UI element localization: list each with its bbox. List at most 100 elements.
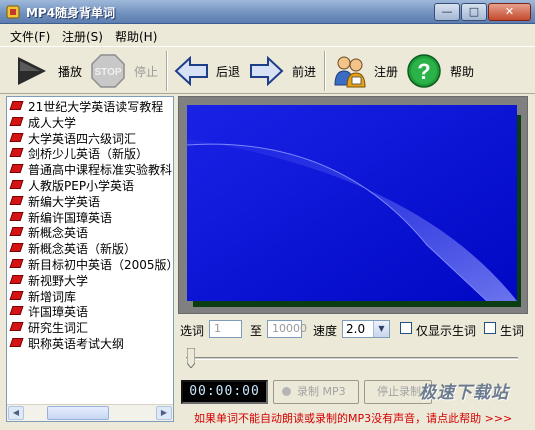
book-list-item[interactable]: 研究生词汇 — [9, 320, 89, 336]
book-icon — [9, 195, 24, 205]
only-show-new-label: 仅显示生词 — [416, 324, 477, 338]
book-icon — [9, 338, 24, 347]
help-link[interactable]: 如果单词不能自动朗读或录制的MP3没有声音，请点此帮助 >>> — [194, 410, 512, 426]
scroll-thumb[interactable] — [47, 406, 109, 420]
book-title: 职称英语考试大纲 — [28, 337, 125, 351]
book-list-item[interactable]: 新目标初中英语（2005版） — [9, 257, 174, 273]
toolbar-separator — [166, 51, 168, 91]
book-title: 新概念英语 — [28, 226, 89, 241]
book-title: 新目标初中英语（2005版） — [28, 258, 174, 272]
only-show-new-checkbox[interactable] — [400, 322, 412, 334]
close-button[interactable]: ✕ — [488, 3, 531, 21]
register-label: 注册 — [374, 65, 399, 79]
register-users-icon — [334, 56, 366, 88]
speed-select[interactable]: 2.0 ▼ — [342, 320, 390, 338]
word-display-panel — [178, 96, 528, 314]
new-words-checkbox[interactable] — [484, 322, 496, 334]
book-icon — [9, 164, 24, 174]
from-word-field[interactable]: 1 — [209, 320, 242, 338]
record-mp3-label: 录制 MP3 — [297, 385, 346, 398]
book-title: 新编许国璋英语 — [28, 210, 113, 225]
book-icon — [9, 306, 24, 316]
stop-sign-text: STOP — [94, 67, 121, 78]
book-list-item[interactable]: 新视野大学 — [9, 273, 89, 289]
back-label: 后退 — [216, 65, 241, 79]
scroll-left-arrow-icon[interactable]: ◀ — [8, 406, 24, 420]
book-icon — [9, 211, 24, 221]
toolbar: 播放 STOP 停止 后退 前进 注册 ? 帮助 — [0, 46, 535, 94]
stop-button[interactable]: STOP 停止 — [90, 53, 160, 89]
scroll-right-arrow-icon[interactable]: ▶ — [156, 406, 172, 420]
time-display: 00:00:00 — [181, 380, 268, 404]
progress-slider-thumb[interactable] — [187, 348, 195, 368]
register-button[interactable]: 注册 — [332, 53, 404, 89]
book-title: 研究生词汇 — [28, 321, 89, 336]
back-arrow-icon — [174, 55, 208, 87]
book-list-item[interactable]: 许国璋英语 — [9, 304, 89, 320]
book-icon — [9, 322, 24, 332]
book-title: 新视野大学 — [28, 273, 89, 288]
stop-label: 停止 — [134, 65, 159, 79]
window-title: MP4随身背单词 — [26, 6, 116, 20]
book-icon — [9, 180, 24, 189]
to-label: 至 — [250, 324, 263, 338]
book-icon — [9, 259, 24, 268]
back-button[interactable]: 后退 — [174, 53, 246, 89]
book-list-item[interactable]: 新概念英语 — [9, 225, 89, 241]
book-icon — [9, 148, 24, 158]
book-icon — [9, 132, 24, 142]
book-list-item[interactable]: 人教版PEP小学英语 — [9, 178, 135, 194]
app-icon — [6, 5, 20, 19]
play-button[interactable]: 播放 — [14, 53, 86, 89]
record-mp3-button[interactable]: 录制 MP3 — [273, 380, 359, 404]
book-list-item[interactable]: 21世纪大学英语读写教程 — [9, 99, 163, 115]
chevron-down-icon[interactable]: ▼ — [373, 321, 389, 337]
book-title: 成人大学 — [28, 115, 77, 130]
horizontal-scrollbar[interactable]: ◀ ▶ — [7, 404, 173, 421]
book-title: 新增词库 — [28, 289, 77, 304]
menu-help[interactable]: 帮助(H) — [115, 28, 157, 45]
book-list-item[interactable]: 剑桥少儿英语（新版） — [9, 146, 149, 162]
speed-value: 2.0 — [346, 322, 366, 336]
svg-text:?: ? — [417, 59, 430, 84]
book-list-item[interactable]: 新增词库 — [9, 289, 77, 305]
word-screen — [187, 105, 517, 301]
maximize-button[interactable]: □ — [461, 3, 487, 21]
speed-label: 速度 — [313, 324, 338, 338]
book-list-item[interactable]: 普通高中课程标准实验教科 — [9, 162, 173, 178]
book-list-item[interactable]: 新编许国璋英语 — [9, 210, 113, 226]
book-list-item[interactable]: 职称英语考试大纲 — [9, 336, 125, 352]
record-dot-icon — [282, 387, 291, 396]
book-title: 人教版PEP小学英语 — [28, 179, 135, 193]
book-icon — [9, 290, 24, 300]
minimize-button[interactable]: — — [434, 3, 460, 21]
book-icon — [9, 101, 24, 110]
progress-slider-track[interactable] — [186, 357, 518, 360]
book-title: 许国璋英语 — [28, 305, 89, 320]
help-button[interactable]: ? 帮助 — [406, 53, 478, 89]
menu-file[interactable]: 文件(F) — [10, 28, 50, 45]
book-list-item[interactable]: 成人大学 — [9, 115, 77, 131]
watermark-text: 极速下载站 — [419, 383, 509, 403]
new-words-label: 生词 — [500, 324, 525, 338]
book-title: 普通高中课程标准实验教科 — [28, 163, 173, 178]
forward-arrow-icon — [250, 55, 284, 87]
toolbar-separator — [324, 51, 326, 91]
forward-label: 前进 — [292, 65, 317, 79]
book-list[interactable]: 21世纪大学英语读写教程 成人大学 大学英语四六级词汇 剑桥少儿英语（新版） 普通高中课… — [6, 96, 174, 422]
book-title: 新概念英语（新版） — [28, 242, 137, 257]
title-bar: MP4随身背单词 — □ ✕ — [0, 0, 535, 24]
book-list-item[interactable]: 新概念英语（新版） — [9, 241, 137, 257]
forward-button[interactable]: 前进 — [248, 53, 320, 89]
to-word-field[interactable]: 10000 — [267, 320, 307, 338]
book-title: 剑桥少儿英语（新版） — [28, 147, 149, 162]
book-list-item[interactable]: 大学英语四六级词汇 — [9, 131, 137, 147]
play-label: 播放 — [58, 65, 83, 79]
menu-bar: 文件(F) 注册(S) 帮助(H) — [0, 25, 535, 45]
book-title: 大学英语四六级词汇 — [28, 131, 137, 146]
book-list-item[interactable]: 新编大学英语 — [9, 194, 101, 210]
menu-register[interactable]: 注册(S) — [62, 28, 103, 45]
book-title: 新编大学英语 — [28, 194, 101, 209]
book-icon — [9, 227, 24, 237]
select-words-label: 选词 — [180, 324, 205, 338]
